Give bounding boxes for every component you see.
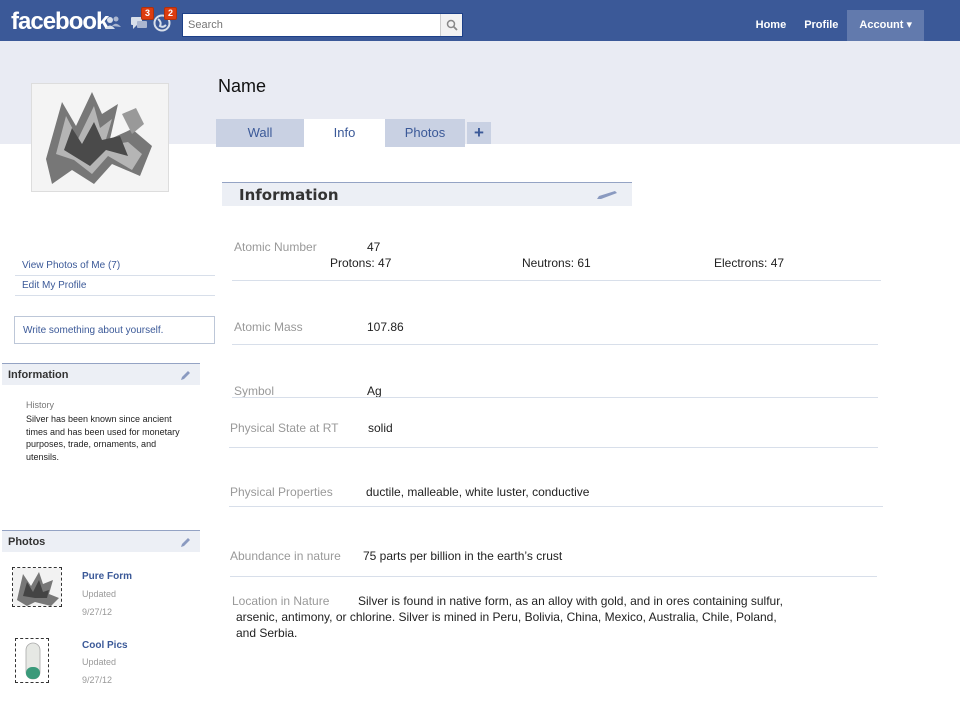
physical-properties-label: Physical Properties [230,485,333,499]
edit-pencil-icon[interactable] [596,190,618,200]
search-icon [446,19,458,31]
top-nav: Home Profile Account ▾ [747,10,924,41]
account-menu[interactable]: Account ▾ [847,10,924,41]
profile-link[interactable]: Profile [795,10,847,41]
divider [232,280,881,281]
album-updated: Updated [82,657,117,667]
atomic-mass-label: Atomic Mass [234,320,303,334]
album-thumbnail-cool-pics[interactable] [15,638,49,683]
divider [232,344,878,345]
album-date: 9/27/12 [82,675,113,685]
divider [230,576,877,577]
album-thumbnail-pure-form[interactable] [12,567,62,607]
notifications-badge: 2 [163,7,177,20]
protons-value: Protons: 47 [330,256,392,270]
top-bar: facebook 3 2 Home Profile Account ▾ [0,0,960,41]
about-yourself-input[interactable]: Write something about yourself. [14,316,215,344]
atomic-mass-value: 107.86 [367,320,404,334]
physical-state-value: solid [368,421,393,435]
atomic-number-value: 47 [367,240,381,254]
search-input[interactable] [183,14,441,36]
symbol-label: Symbol [234,384,275,398]
search-box [182,13,463,37]
tab-wall[interactable]: Wall [216,119,304,147]
messages-icon[interactable]: 3 [130,7,154,32]
facebook-logo[interactable]: facebook [11,8,109,36]
symbol-value: Ag [367,384,382,398]
tab-info[interactable]: Info [304,119,385,146]
abundance-label: Abundance in nature [230,549,341,563]
edit-pencil-icon[interactable] [180,537,191,548]
friend-requests-icon[interactable] [104,14,122,32]
profile-name: Name [218,76,267,96]
add-tab-button[interactable]: + [467,122,491,144]
electrons-value: Electrons: 47 [714,256,785,270]
profile-picture[interactable] [31,83,169,192]
information-section-header: Information [222,182,632,206]
left-information-header: Information [2,363,200,385]
search-button[interactable] [440,14,462,36]
atomic-number-label: Atomic Number [234,240,317,254]
home-link[interactable]: Home [747,10,796,41]
location-value-line1: Silver is found in native form, as an al… [358,594,783,608]
tab-photos[interactable]: Photos [385,119,465,147]
history-text: Silver has been known since ancient time… [26,414,180,462]
physical-properties-value: ductile, malleable, white luster, conduc… [366,485,590,499]
left-information-title: Information [8,369,69,381]
abundance-value: 75 parts per billion in the earth’s crus… [363,549,563,563]
album-date: 9/27/12 [82,607,113,617]
left-photos-header: Photos [2,530,200,552]
location-value-line2: arsenic, antimony, or chlorine. Silver i… [236,610,777,624]
divider [232,397,878,398]
neutrons-value: Neutrons: 61 [522,256,591,270]
divider [229,506,883,507]
album-updated: Updated [82,589,117,599]
album-title[interactable]: Cool Pics [82,640,128,651]
location-label: Location in Nature [232,594,330,608]
history-label: History [26,400,55,410]
view-photos-link[interactable]: View Photos of Me (7) [15,256,215,276]
physical-state-label: Physical State at RT [230,421,339,435]
notifications-globe-icon[interactable]: 2 [153,7,177,32]
left-photos-title: Photos [8,536,46,548]
edit-profile-link[interactable]: Edit My Profile [15,276,215,296]
information-title: Information [239,186,339,204]
divider [229,447,878,448]
location-value-line3: and Serbia. [236,626,298,640]
edit-pencil-icon[interactable] [180,370,191,381]
album-title[interactable]: Pure Form [82,571,132,582]
